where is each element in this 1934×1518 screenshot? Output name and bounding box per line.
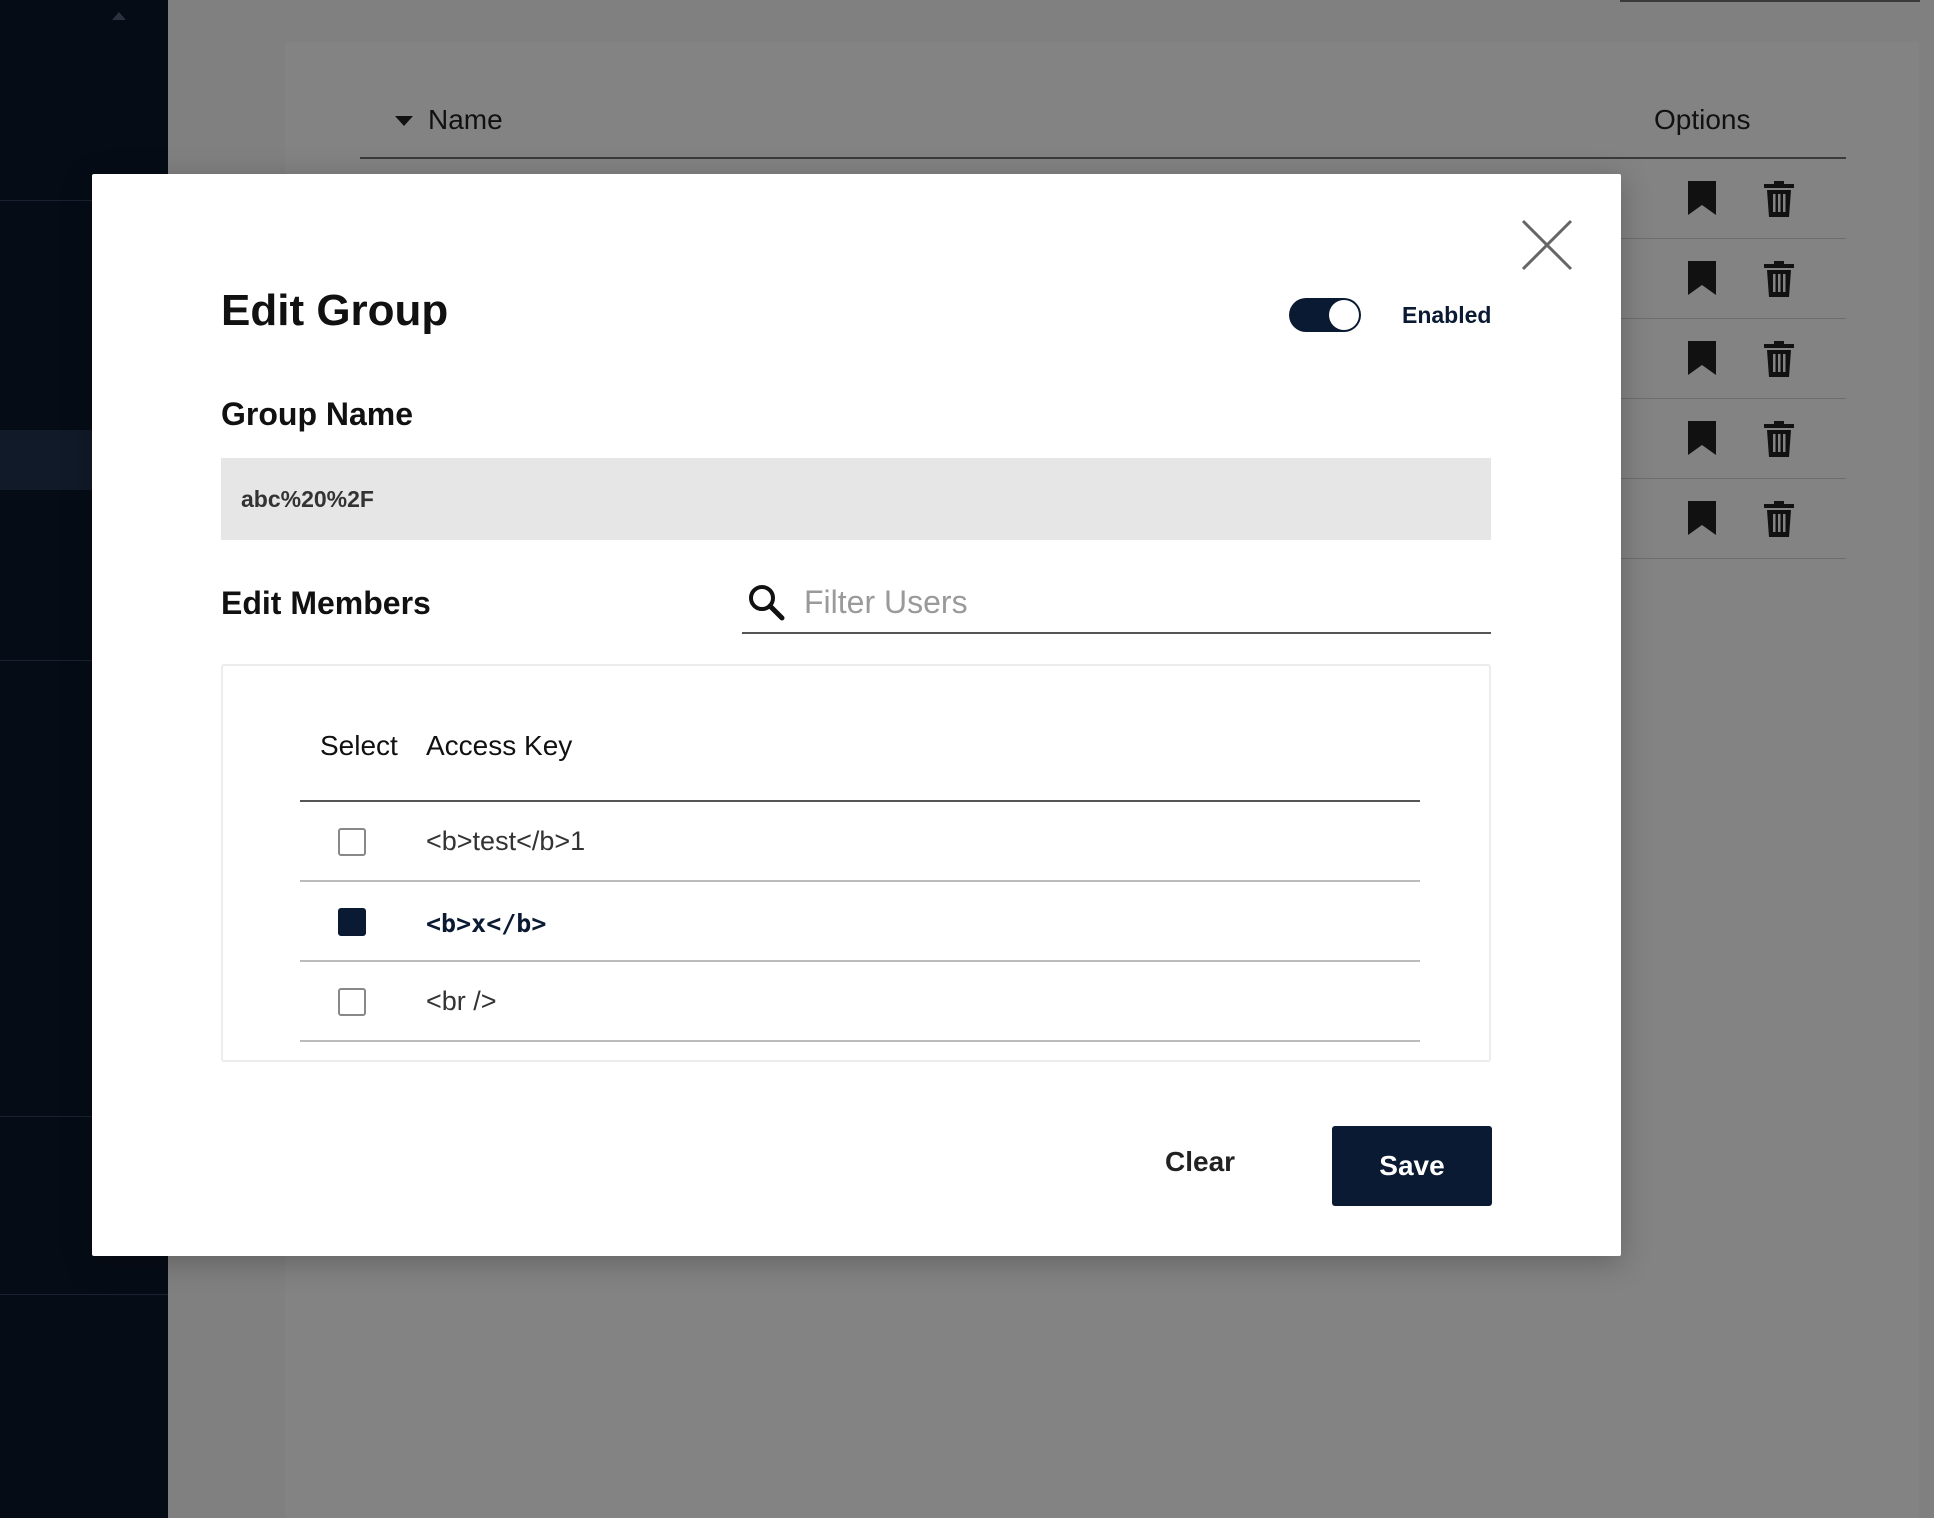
trash-icon[interactable] [1764,501,1794,537]
groups-table-header: Name Options [360,92,1846,159]
column-select: Select [320,730,398,761]
column-options: Options [1654,104,1751,135]
enabled-label: Enabled [1402,302,1492,328]
group-name-label: Group Name [221,396,414,432]
dialog-title: Edit Group [221,286,449,335]
enabled-toggle[interactable] [1289,298,1361,332]
chevron-up-icon [112,12,126,20]
column-access-key: Access Key [426,730,573,761]
member-checkbox[interactable] [338,908,366,936]
trash-icon[interactable] [1764,421,1794,457]
sidebar-divider [0,1294,168,1295]
member-checkbox[interactable] [338,828,366,856]
column-name[interactable]: Name [428,104,503,136]
close-button[interactable] [1520,218,1574,272]
search-icon [749,585,785,621]
members-panel: Select Access Key <b>test</b>1 <b>x</b> … [221,664,1491,1062]
trash-icon[interactable] [1764,261,1794,297]
save-button[interactable]: Save [1332,1126,1492,1206]
clear-button[interactable]: Clear [1165,1146,1235,1178]
member-checkbox[interactable] [338,988,366,1016]
close-icon[interactable] [1520,218,1574,272]
filter-users-input[interactable] [804,578,1484,626]
member-row: <br /> [300,962,1420,1042]
toggle-knob [1329,300,1359,330]
edit-group-dialog: Edit Group Enabled Group Name Edit Membe… [92,174,1621,1256]
members-table: Select Access Key <b>test</b>1 <b>x</b> … [300,706,1420,1042]
trash-icon[interactable] [1764,341,1794,377]
group-name-input[interactable] [221,458,1491,540]
bookmark-icon[interactable] [1688,421,1716,455]
member-row: <b>test</b>1 [300,802,1420,882]
members-table-header: Select Access Key [300,706,1420,802]
member-row: <b>x</b> [300,882,1420,962]
edit-members-label: Edit Members [221,585,431,621]
access-key: <b>x</b> [426,909,547,938]
top-strip [1620,0,1920,2]
sort-caret-icon[interactable] [395,116,413,126]
bookmark-icon[interactable] [1688,261,1716,295]
access-key: <b>test</b>1 [426,826,586,856]
access-key: <br /> [426,986,497,1016]
bookmark-icon[interactable] [1688,181,1716,215]
filter-users-field [742,572,1491,634]
bookmark-icon[interactable] [1688,501,1716,535]
bookmark-icon[interactable] [1688,341,1716,375]
trash-icon[interactable] [1764,181,1794,217]
